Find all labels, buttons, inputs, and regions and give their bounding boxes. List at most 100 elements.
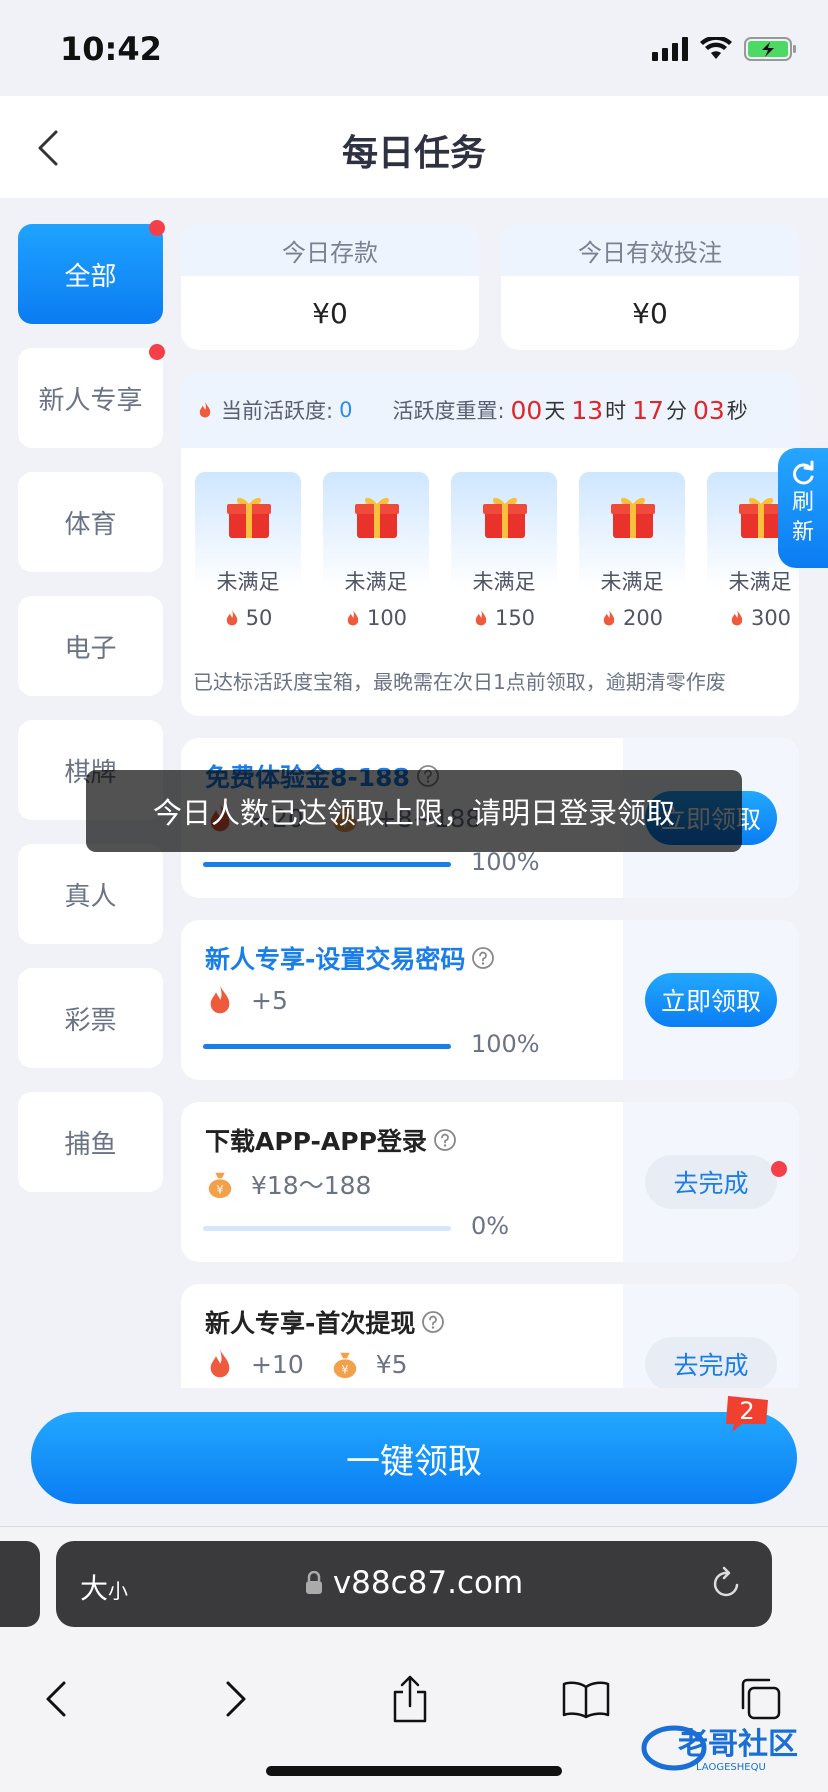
fire-icon	[475, 609, 487, 626]
sidebar-item[interactable]: 全部	[18, 220, 165, 324]
fire-icon	[226, 609, 237, 626]
share-icon	[393, 1675, 427, 1723]
reward-points-value: 50	[245, 606, 273, 630]
task-rewards: ¥ ¥18～188	[205, 1166, 397, 1202]
reward-points-value: 200	[622, 606, 664, 630]
task-fire-reward: +10	[251, 1349, 304, 1379]
valid-bet-label: 今日有效投注	[501, 224, 799, 276]
task-progress-text: 0%	[471, 1212, 510, 1240]
countdown-days: 00	[510, 395, 543, 425]
task-action-button[interactable]: 去完成	[645, 1337, 777, 1391]
task-action-button[interactable]: 立即领取	[645, 973, 777, 1027]
wifi-icon	[700, 37, 732, 61]
task-title-text: 新人专享-首次提现	[205, 1309, 416, 1338]
reward-status: 未满足	[600, 570, 664, 594]
reward-points: 50	[195, 606, 301, 630]
deposit-label: 今日存款	[181, 224, 479, 276]
claim-all-button[interactable]: 一键领取	[31, 1412, 797, 1504]
task-progress-bar	[203, 862, 451, 867]
share-button[interactable]	[380, 1669, 440, 1729]
task-card: 下载APP-APP登录 ¥ ¥18～188 0% 去完成	[181, 1102, 799, 1262]
countdown-hours: 13	[571, 395, 604, 425]
money-bag-icon: ¥	[333, 1352, 357, 1379]
task-progress-bar	[203, 1044, 451, 1049]
task-fire-reward: +5	[251, 985, 288, 1015]
toast-message: 今日人数已达领取上限，请明日登录领取	[86, 770, 742, 852]
browser-back-button[interactable]	[26, 1669, 86, 1729]
task-progress-text: 100%	[471, 848, 540, 876]
task-money-reward: ¥18～188	[251, 1171, 372, 1200]
header: 每日任务	[0, 96, 828, 198]
reload-icon	[713, 1566, 739, 1597]
sidebar-item-label: 体育	[64, 509, 117, 540]
notification-dot	[771, 1161, 787, 1177]
help-icon[interactable]	[421, 1310, 445, 1334]
sidebar-item[interactable]: 体育	[18, 472, 163, 572]
sidebar-item[interactable]: 真人	[18, 844, 163, 944]
sidebar-item[interactable]: 新人专享	[18, 344, 165, 448]
tabs-icon	[741, 1678, 781, 1720]
gift-icon	[483, 497, 527, 538]
sidebar-item-label: 彩票	[64, 1005, 117, 1036]
reward-points-value: 150	[494, 606, 536, 630]
address-bar[interactable]: 大小 v88c87.com	[56, 1541, 772, 1627]
browser-forward-button[interactable]	[206, 1669, 266, 1729]
activity-reward-box[interactable]: 未满足 50	[195, 472, 301, 638]
countdown-seconds: 03	[692, 395, 725, 425]
previous-tab-edge[interactable]	[0, 1541, 40, 1627]
task-action-button[interactable]: 去完成	[645, 1155, 787, 1209]
reload-button[interactable]	[710, 1565, 744, 1605]
status-bar: 10:42	[0, 0, 828, 96]
svg-text:¥: ¥	[216, 1183, 223, 1196]
sidebar-item[interactable]: 捕鱼	[18, 1092, 163, 1192]
notification-dot	[149, 344, 165, 360]
fire-icon	[603, 609, 615, 626]
help-icon[interactable]	[471, 946, 495, 970]
notification-dot	[149, 220, 165, 236]
sidebar-item-label: 电子	[64, 633, 117, 664]
valid-bet-value: ¥0	[632, 296, 668, 330]
help-icon[interactable]	[433, 1128, 457, 1152]
lock-icon	[305, 1571, 322, 1594]
activity-reward-box[interactable]: 未满足 100	[323, 472, 429, 638]
activity-header: 当前活跃度: 0 活跃度重置: 00 天 13 时 17 分 03 秒	[181, 372, 799, 448]
watermark-logo: 老哥社区 LAOGESHEQU	[638, 1718, 818, 1774]
home-indicator[interactable]	[266, 1766, 562, 1776]
task-title-text: 下载APP-APP登录	[205, 1127, 427, 1156]
reward-points: 150	[451, 606, 557, 630]
task-card: 新人专享-设置交易密码 +5 100% 立即领取	[181, 920, 799, 1080]
activity-note: 已达标活跃度宝箱，最晚需在次日1点前领取，逾期清零作废	[193, 670, 726, 694]
refresh-tab[interactable]: 刷 新	[778, 448, 828, 568]
task-action-label: 去完成	[673, 1169, 749, 1198]
activity-reward-box[interactable]: 未满足 200	[579, 472, 685, 638]
activity-card: 当前活跃度: 0 活跃度重置: 00 天 13 时 17 分 03 秒 未满足 50 未满足…	[181, 372, 799, 716]
reward-points: 300	[707, 606, 799, 630]
svg-text:¥: ¥	[341, 1363, 348, 1376]
task-progress-bar	[203, 1226, 451, 1231]
fire-icon	[199, 401, 211, 418]
claim-count: 2	[739, 1397, 755, 1425]
sidebar-item-label: 真人	[64, 881, 117, 912]
activity-reward-box[interactable]: 未满足 150	[451, 472, 557, 638]
gift-icon	[227, 497, 271, 538]
deposit-card: 今日存款 ¥0	[181, 224, 479, 350]
watermark-text: 老哥社区	[678, 1727, 798, 1762]
deposit-value: ¥0	[312, 296, 348, 330]
task-title-text: 新人专享-设置交易密码	[205, 945, 466, 974]
countdown-hours-unit: 时	[605, 399, 627, 423]
reward-points-value: 100	[366, 606, 408, 630]
category-sidebar: 全部新人专享体育电子棋牌真人彩票捕鱼	[18, 220, 165, 1216]
sidebar-item[interactable]: 电子	[18, 596, 163, 696]
countdown-seconds-unit: 秒	[726, 399, 748, 423]
fire-icon	[210, 985, 230, 1014]
money-bag-icon: ¥	[208, 1172, 232, 1199]
page-title: 每日任务	[341, 133, 486, 174]
task-rewards: +5	[205, 984, 314, 1016]
fire-icon	[347, 609, 359, 626]
countdown-minutes: 17	[632, 395, 664, 425]
stats-row: 今日存款 ¥0 今日有效投注 ¥0	[181, 224, 799, 350]
bookmarks-button[interactable]	[556, 1669, 616, 1729]
reward-points-value: 300	[750, 606, 792, 630]
task-title: 下载APP-APP登录	[205, 1122, 457, 1158]
sidebar-item[interactable]: 彩票	[18, 968, 163, 1068]
